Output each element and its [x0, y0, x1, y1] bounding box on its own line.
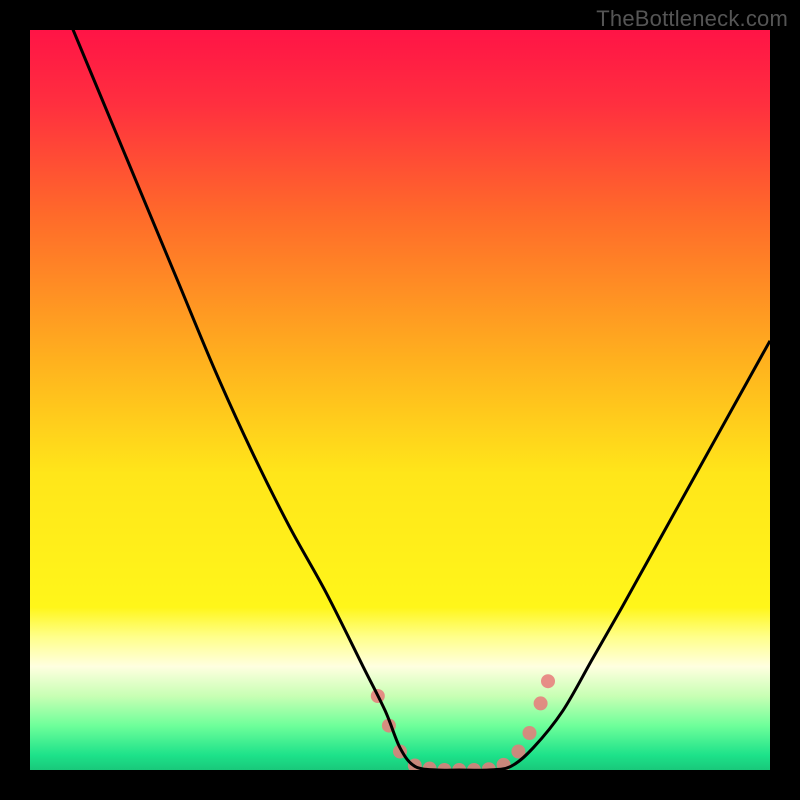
- watermark-text: TheBottleneck.com: [596, 6, 788, 32]
- plot-area: [30, 30, 770, 770]
- chart-svg: [30, 30, 770, 770]
- chart-frame: TheBottleneck.com: [0, 0, 800, 800]
- background-gradient: [30, 30, 770, 770]
